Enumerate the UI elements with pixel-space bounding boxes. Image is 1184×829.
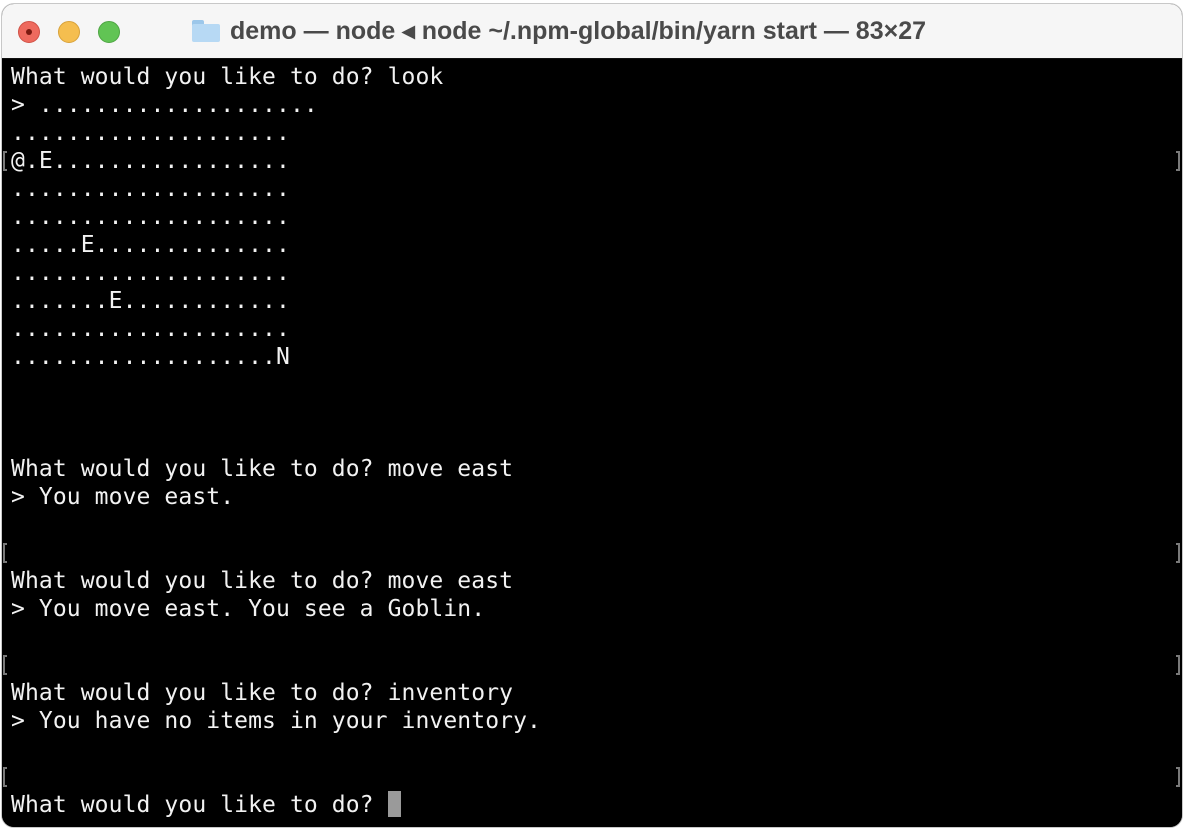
text-cursor — [387, 790, 401, 817]
line-mark-left — [3, 151, 7, 171]
terminal-line: What would you like to do? inventory — [11, 680, 514, 706]
terminal-line: What would you like to do? move east — [11, 456, 514, 482]
terminal-line: What would you like to do? look — [11, 64, 444, 90]
line-mark-left — [3, 543, 7, 563]
terminal-window: demo — node ◂ node ~/.npm-global/bin/yar… — [2, 4, 1182, 827]
terminal-line: What would you like to do? move east — [11, 568, 514, 594]
window-title-text: demo — node ◂ node ~/.npm-global/bin/yar… — [230, 17, 927, 45]
window-title: demo — node ◂ node ~/.npm-global/bin/yar… — [192, 16, 926, 46]
terminal-output[interactable]: What would you like to do? look > .......… — [2, 59, 1182, 827]
terminal-line: .................... — [11, 316, 290, 342]
minimize-button[interactable] — [58, 21, 80, 43]
terminal-line: @.E................. — [11, 148, 290, 174]
terminal-line: > You move east. — [11, 484, 235, 510]
terminal-line: .................... — [11, 260, 290, 286]
terminal-line: ...................N — [11, 344, 290, 370]
zoom-button[interactable] — [98, 21, 120, 43]
terminal-line: > .................... — [11, 92, 318, 118]
line-mark-right — [1176, 543, 1180, 563]
terminal-line: .................... — [11, 204, 290, 230]
folder-icon — [192, 20, 220, 42]
terminal-line: .......E............ — [11, 288, 290, 314]
terminal-line: What would you like to do? — [11, 790, 401, 819]
terminal-line: .................... — [11, 176, 290, 202]
title-bar[interactable]: demo — node ◂ node ~/.npm-global/bin/yar… — [2, 4, 1182, 59]
terminal-line: .....E.............. — [11, 232, 290, 258]
line-mark-left — [3, 767, 7, 787]
terminal-line: .................... — [11, 120, 290, 146]
line-mark-right — [1176, 151, 1180, 171]
line-mark-right — [1176, 767, 1180, 787]
terminal-line: > You have no items in your inventory. — [11, 708, 541, 734]
close-button[interactable] — [18, 21, 40, 43]
terminal-line: > You move east. You see a Goblin. — [11, 596, 486, 622]
line-mark-left — [3, 655, 7, 675]
line-mark-right — [1176, 655, 1180, 675]
